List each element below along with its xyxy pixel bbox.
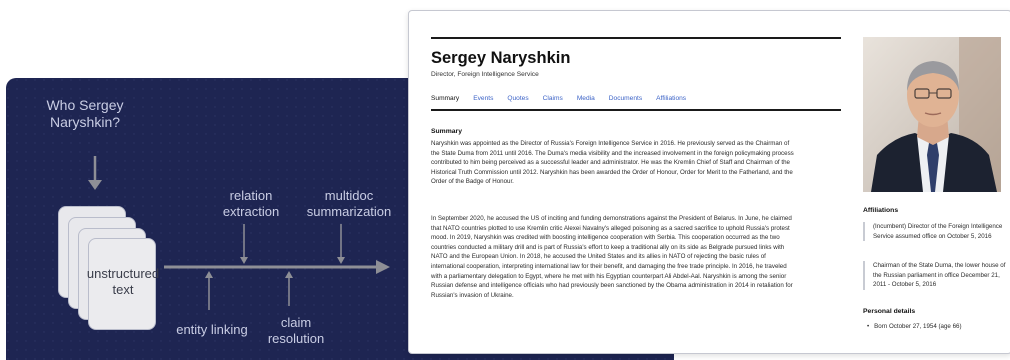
tab-media[interactable]: Media bbox=[577, 95, 595, 102]
documents-label: unstructured text bbox=[86, 266, 160, 298]
tab-divider bbox=[431, 109, 841, 111]
personal-detail-item: • Born October 27, 1954 (age 66) bbox=[867, 323, 962, 330]
tab-bar: Summary Events Quotes Claims Media Docum… bbox=[431, 95, 700, 102]
summary-paragraph: Naryshkin was appointed as the Director … bbox=[431, 140, 794, 186]
main-pipeline-arrowhead bbox=[376, 260, 390, 274]
profile-card: Sergey Naryshkin Director, Foreign Intel… bbox=[408, 10, 1010, 354]
page-subtitle: Director, Foreign Intelligence Service bbox=[431, 71, 539, 78]
tab-quotes[interactable]: Quotes bbox=[507, 95, 528, 102]
summary-heading: Summary bbox=[431, 128, 462, 135]
multidoc-summarization-label: multidoc summarization bbox=[306, 188, 392, 219]
affiliation-item: (Incumbent) Director of the Foreign Inte… bbox=[863, 222, 1010, 242]
entity-linking-label: entity linking bbox=[176, 322, 248, 337]
tab-affiliations[interactable]: Affiliations bbox=[656, 95, 686, 102]
tab-documents[interactable]: Documents bbox=[609, 95, 642, 102]
affiliations-heading: Affiliations bbox=[863, 207, 899, 214]
birth-date-text: Born October 27, 1954 (age 66) bbox=[874, 323, 962, 330]
affiliation-item: Chairman of the State Duma, the lower ho… bbox=[863, 261, 1010, 290]
tab-events[interactable]: Events bbox=[473, 95, 493, 102]
personal-details-heading: Personal details bbox=[863, 308, 916, 315]
tab-summary[interactable]: Summary bbox=[431, 95, 459, 102]
page-title: Sergey Naryshkin bbox=[431, 49, 571, 67]
relation-extraction-label: relation extraction bbox=[222, 188, 280, 219]
portrait-photo bbox=[863, 37, 1001, 192]
bullet-icon: • bbox=[867, 323, 870, 330]
summary-paragraph: In September 2020, he accused the US of … bbox=[431, 215, 793, 299]
down-arrow-head bbox=[88, 180, 102, 190]
header-divider bbox=[431, 37, 841, 39]
tab-claims[interactable]: Claims bbox=[543, 95, 563, 102]
claim-resolution-label: claim resolution bbox=[267, 315, 325, 346]
